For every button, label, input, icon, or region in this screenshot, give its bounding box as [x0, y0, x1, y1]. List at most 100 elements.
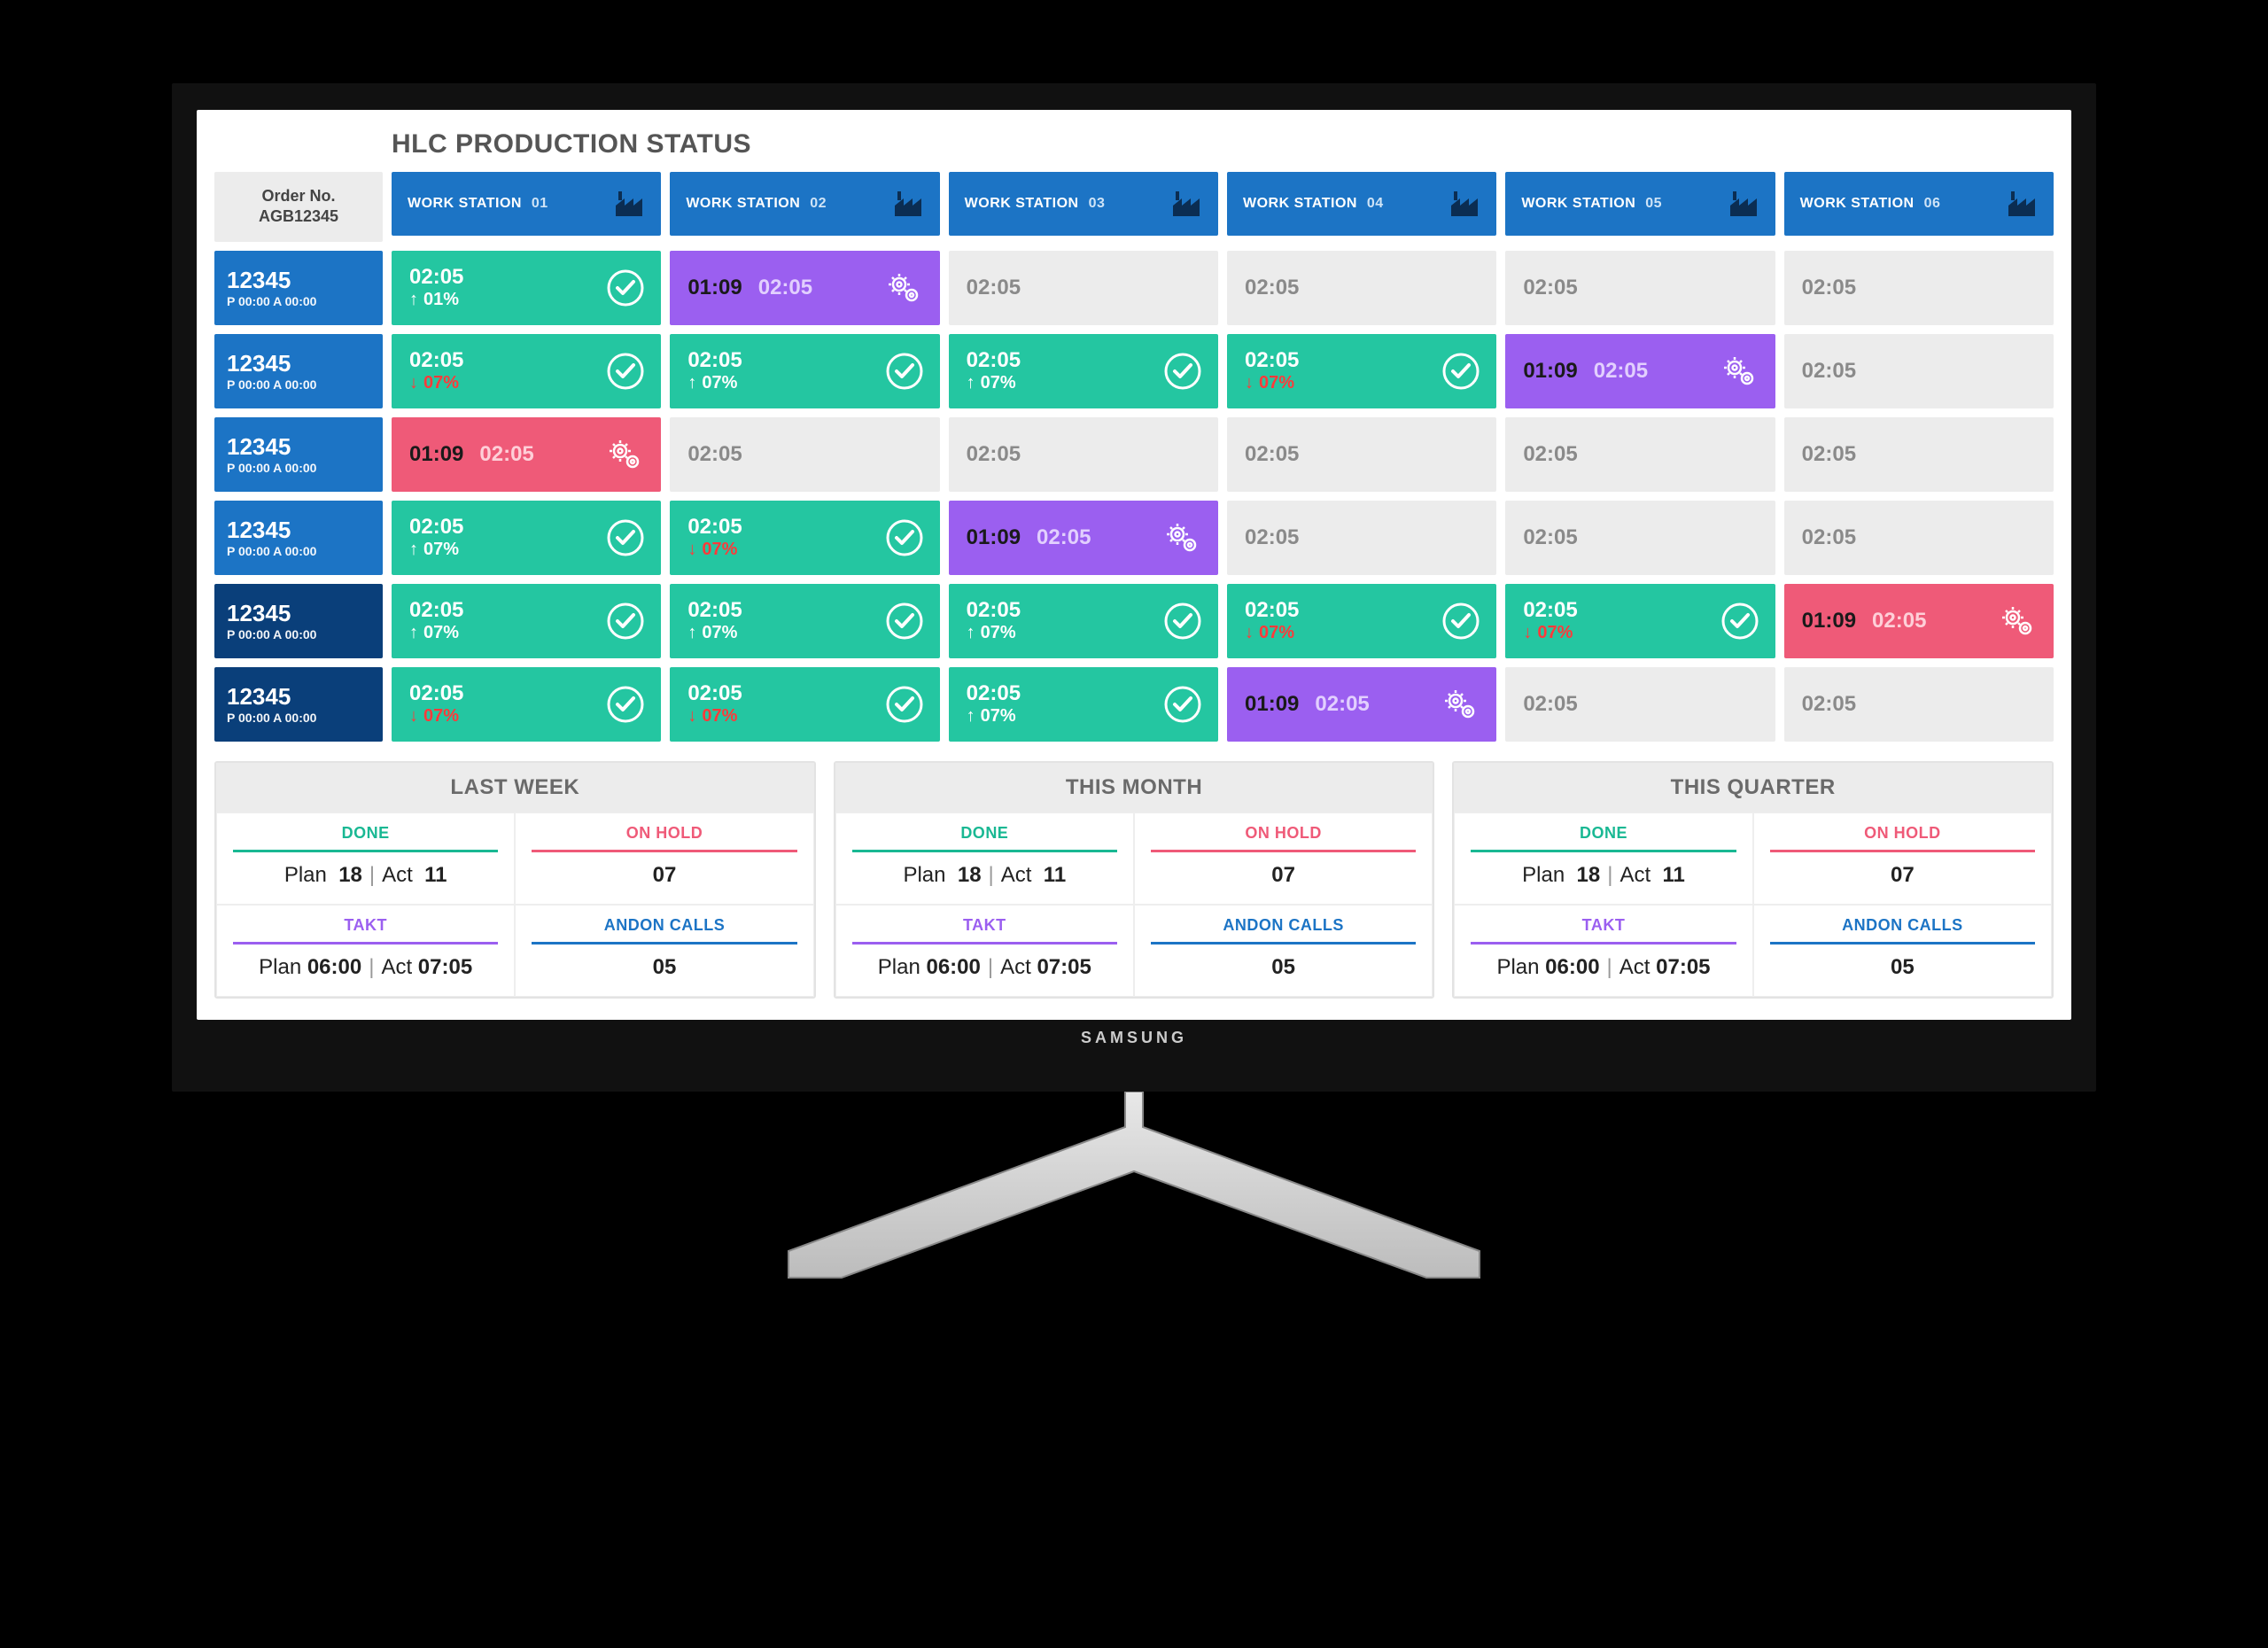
takt-value: Plan 06:00|Act 07:05 [852, 955, 1117, 980]
order-pa: P 00:00 A 00:00 [227, 294, 370, 308]
cell-pct: 07% [967, 706, 1021, 727]
status-cell: 02:0507% [949, 334, 1218, 408]
check-circle-icon [885, 602, 924, 641]
station-number: 03 [1089, 196, 1106, 211]
check-circle-icon [606, 268, 645, 307]
dashboard-screen: HLC PRODUCTION STATUS Order No.AGB12345W… [197, 110, 2071, 1020]
factory-icon [892, 188, 924, 220]
check-circle-icon [1163, 602, 1202, 641]
status-cell: 02:05 [1505, 667, 1775, 742]
status-cell: 02:05 [949, 251, 1218, 325]
check-circle-icon [1441, 352, 1480, 391]
station-label: WORK STATION [965, 196, 1079, 211]
status-cell: 02:05 [1505, 417, 1775, 492]
gears-icon [1441, 685, 1480, 724]
status-cell: 01:0902:05 [1227, 667, 1496, 742]
order-pa: P 00:00 A 00:00 [227, 461, 370, 475]
takt-label: TAKT [852, 916, 1117, 944]
cell-time: 02:05 [1802, 692, 1856, 717]
cell-time: 02:05 [1523, 525, 1577, 550]
cell-time: 02:05 [687, 681, 742, 706]
status-cell: 02:05 [1784, 417, 2054, 492]
done-value: Plan 18|Act 11 [1471, 863, 1736, 888]
check-circle-icon [1720, 602, 1759, 641]
status-cell: 01:0902:05 [392, 417, 661, 492]
order-id: 12345 [227, 433, 370, 461]
cell-time: 02:05 [687, 515, 742, 540]
status-cell: 02:05 [670, 417, 939, 492]
check-circle-icon [606, 352, 645, 391]
cell-pct: 07% [967, 373, 1021, 393]
cell-time: 02:05 [1245, 442, 1299, 467]
order-pa: P 00:00 A 00:00 [227, 627, 370, 641]
station-number: 06 [1924, 196, 1941, 211]
order-id: 12345 [227, 683, 370, 711]
order-id: 12345 [227, 600, 370, 627]
order-id: 12345 [227, 267, 370, 294]
workstation-header-2: WORK STATION 02 [670, 172, 939, 236]
cell-pct: 07% [409, 373, 463, 393]
check-circle-icon [1163, 352, 1202, 391]
summary-title: THIS MONTH [835, 763, 1433, 812]
cell-time: 02:05 [1523, 442, 1577, 467]
cell-time: 02:05 [967, 681, 1021, 706]
done-label: DONE [233, 824, 498, 852]
cell-time-b: 02:05 [1315, 692, 1369, 717]
status-cell: 02:0507% [949, 667, 1218, 742]
status-cell: 01:0902:05 [949, 501, 1218, 575]
andon-label: ANDON CALLS [1770, 916, 2035, 944]
summary-title: LAST WEEK [216, 763, 814, 812]
status-cell: 02:0507% [670, 501, 939, 575]
order-no-header: Order No.AGB12345 [214, 172, 383, 242]
status-cell: 01:0902:05 [670, 251, 939, 325]
cell-time-a: 01:09 [1523, 359, 1577, 384]
gears-icon [1999, 602, 2038, 641]
gears-icon [885, 268, 924, 307]
cell-time: 02:05 [409, 348, 463, 373]
station-number: 05 [1645, 196, 1662, 211]
order-row-header: 12345P 00:00 A 00:00 [214, 334, 383, 408]
cell-pct: 07% [409, 623, 463, 643]
done-cell: DONEPlan 18|Act 11 [835, 812, 1134, 905]
order-row-header: 12345P 00:00 A 00:00 [214, 417, 383, 492]
cell-pct: 07% [1245, 373, 1299, 393]
order-pa: P 00:00 A 00:00 [227, 544, 370, 558]
station-label: WORK STATION [1521, 196, 1635, 211]
cell-time-b: 02:05 [1872, 609, 1926, 634]
cell-time-a: 01:09 [1802, 609, 1856, 634]
summary-panel: LAST WEEKDONEPlan 18|Act 11ON HOLD07TAKT… [214, 761, 816, 999]
onhold-label: ON HOLD [1151, 824, 1416, 852]
monitor-brand: SAMSUNG [197, 1029, 2071, 1047]
status-cell: 02:05 [949, 417, 1218, 492]
status-cell: 02:05 [1784, 501, 2054, 575]
cell-time-b: 02:05 [479, 442, 533, 467]
cell-time: 02:05 [967, 276, 1021, 300]
cell-time: 02:05 [1245, 348, 1299, 373]
cell-time: 02:05 [687, 442, 742, 467]
takt-value: Plan 06:00|Act 07:05 [1471, 955, 1736, 980]
status-cell: 02:05 [1784, 251, 2054, 325]
onhold-cell: ON HOLD07 [1753, 812, 2052, 905]
station-label: WORK STATION [1243, 196, 1357, 211]
monitor-stand [168, 1092, 2100, 1287]
cell-pct: 07% [687, 373, 742, 393]
cell-pct: 07% [687, 623, 742, 643]
cell-pct: 07% [687, 706, 742, 727]
cell-time: 02:05 [1523, 276, 1577, 300]
status-cell: 02:0507% [670, 584, 939, 658]
done-value: Plan 18|Act 11 [233, 863, 498, 888]
cell-pct: 07% [967, 623, 1021, 643]
cell-time: 02:05 [687, 598, 742, 623]
status-cell: 02:0507% [392, 501, 661, 575]
andon-label: ANDON CALLS [1151, 916, 1416, 944]
workstation-header-6: WORK STATION 06 [1784, 172, 2054, 236]
order-row-header: 12345P 00:00 A 00:00 [214, 667, 383, 742]
factory-icon [2006, 188, 2038, 220]
summary-panels: LAST WEEKDONEPlan 18|Act 11ON HOLD07TAKT… [214, 761, 2054, 999]
onhold-label: ON HOLD [1770, 824, 2035, 852]
check-circle-icon [885, 685, 924, 724]
check-circle-icon [885, 518, 924, 557]
check-circle-icon [1163, 685, 1202, 724]
cell-time: 02:05 [1523, 692, 1577, 717]
factory-icon [1728, 188, 1759, 220]
